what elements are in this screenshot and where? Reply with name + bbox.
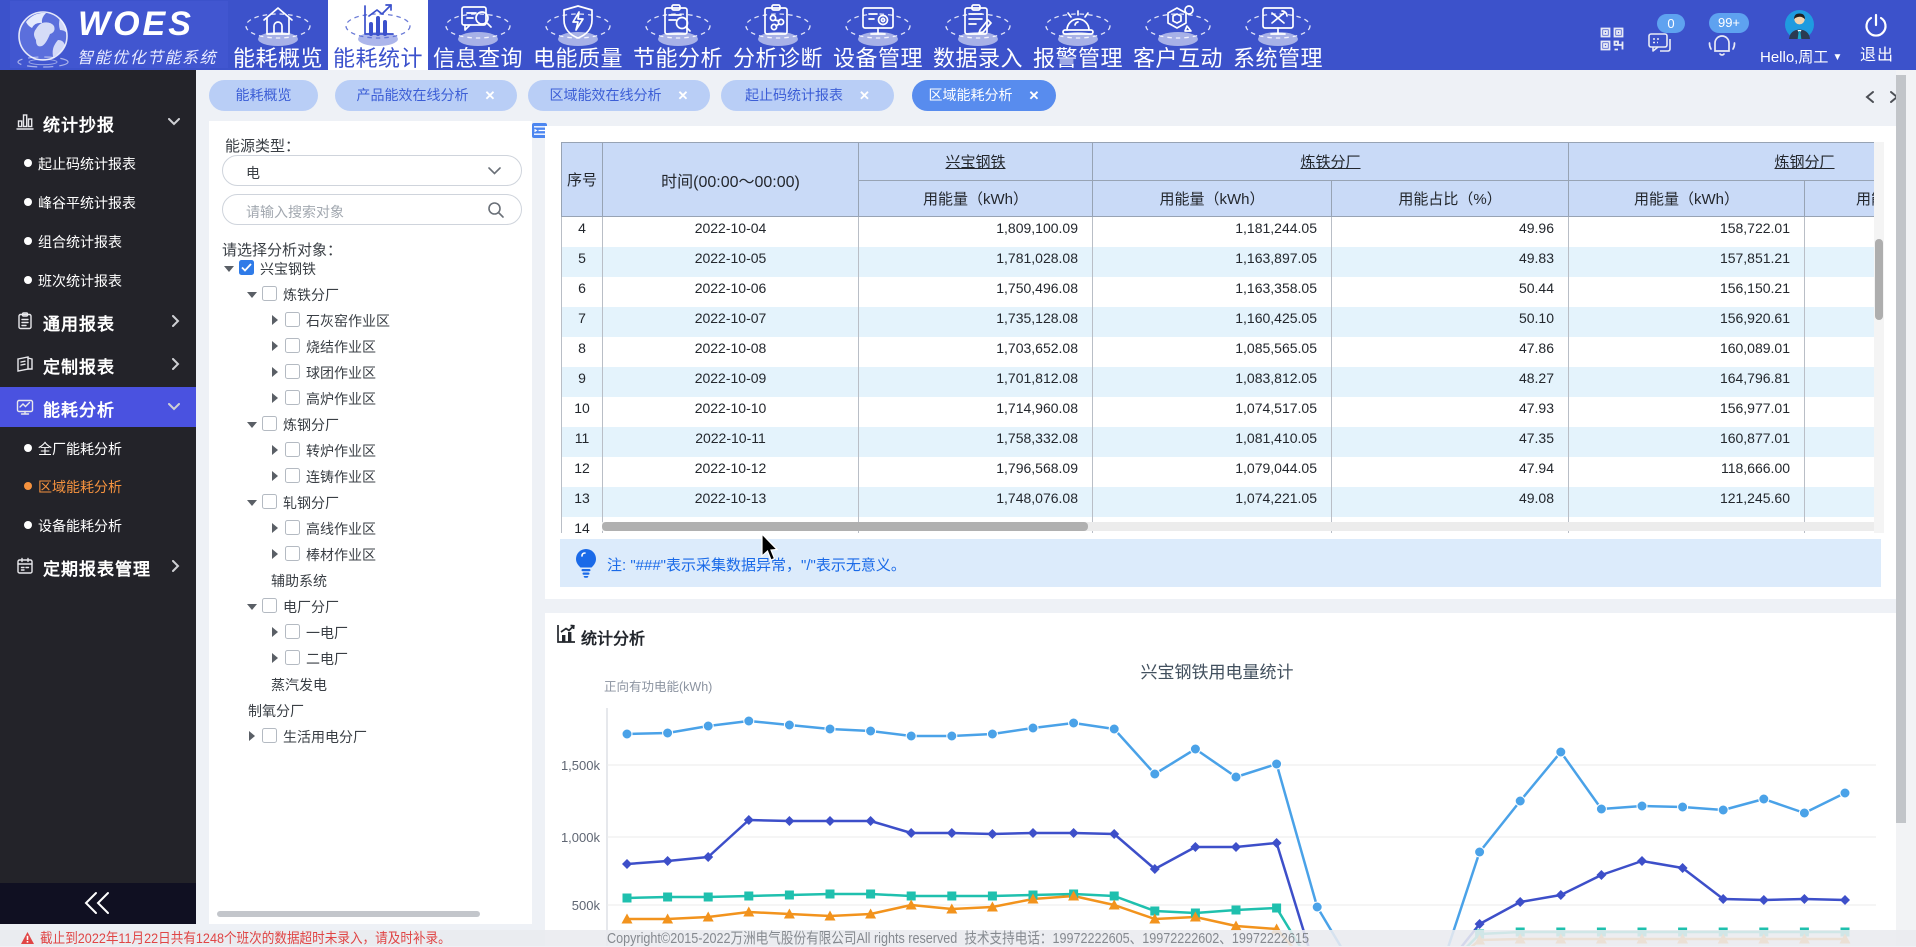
svg-text:1,000k: 1,000k — [561, 830, 601, 845]
svg-text:1,500k: 1,500k — [561, 758, 601, 773]
svg-text:兴宝钢铁用电量统计: 兴宝钢铁用电量统计 — [1141, 663, 1294, 682]
svg-text:500k: 500k — [572, 898, 601, 913]
svg-text:正向有功电能(kWh): 正向有功电能(kWh) — [604, 679, 712, 694]
